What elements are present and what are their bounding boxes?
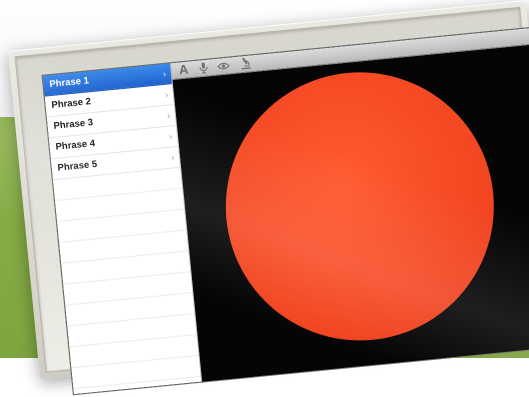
eye-icon (217, 61, 230, 70)
chevron-right-icon: › (168, 126, 173, 146)
chevron-right-icon: › (164, 85, 169, 105)
phrase-label: Phrase 2 (51, 96, 92, 111)
drawing-canvas[interactable] (173, 44, 529, 382)
tablet-screen: Phrase 1 › Phrase 2 › Phrase 3 › Phrase … (43, 27, 529, 394)
phrase-list: Phrase 1 › Phrase 2 › Phrase 3 › Phrase … (43, 63, 181, 180)
microphone-tool-button[interactable] (195, 59, 212, 76)
microscope-icon (239, 56, 252, 70)
red-circle-shape[interactable] (213, 60, 506, 353)
tablet-device: Phrase 1 › Phrase 2 › Phrase 3 › Phrase … (8, 0, 529, 379)
chevron-right-icon: › (170, 147, 175, 167)
chevron-right-icon: › (166, 106, 171, 126)
phrase-label: Phrase 1 (49, 75, 90, 90)
phrase-label: Phrase 4 (55, 138, 96, 153)
text-tool-button[interactable]: A (175, 61, 192, 78)
phrase-label: Phrase 3 (53, 117, 94, 132)
phrase-label: Phrase 5 (57, 159, 98, 174)
eye-tool-button[interactable] (215, 57, 232, 74)
text-icon: A (178, 62, 189, 78)
chevron-right-icon: › (162, 64, 167, 84)
microscope-tool-button[interactable] (237, 55, 254, 72)
microphone-icon (198, 62, 209, 75)
